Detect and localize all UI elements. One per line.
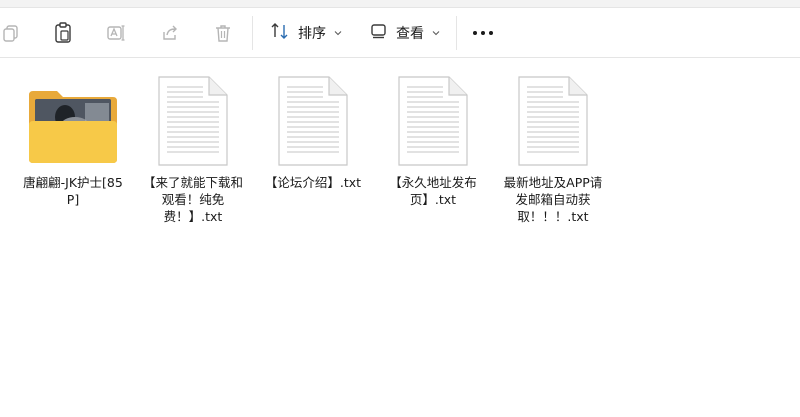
text-document-icon (397, 75, 469, 167)
text-document-icon (277, 75, 349, 167)
file-thumbnail (138, 69, 248, 167)
chevron-down-icon (334, 30, 342, 36)
share-button[interactable] (155, 18, 185, 48)
file-name: 唐翩翩-JK护士[85P] (23, 175, 123, 207)
folder-item[interactable]: 唐翩翩-JK护士[85P] (18, 69, 128, 208)
file-name: 最新地址及APP请发邮箱自动获取！！！.txt (503, 175, 603, 224)
toolbar-divider (252, 16, 253, 50)
more-options-button[interactable] (466, 18, 500, 48)
file-name: 【论坛介绍】.txt (264, 175, 362, 190)
file-thumbnail (258, 69, 368, 167)
file-name: 【来了就能下载和观看！纯免费！】.txt (142, 175, 243, 224)
rename-icon (106, 23, 126, 43)
sort-label: 排序 (298, 26, 326, 42)
file-item[interactable]: 【论坛介绍】.txt (258, 69, 368, 191)
folder-icon (29, 91, 117, 163)
clipboard-icon (53, 22, 73, 44)
file-list: 唐翩翩-JK护士[85P] 【来了就能下载和观看！纯免费！】.txt 【论坛介绍… (0, 59, 800, 417)
command-bar: 排序 查看 (0, 8, 800, 58)
paste-button[interactable] (48, 18, 78, 48)
folder-thumbnail (18, 69, 128, 167)
copy-icon (1, 23, 21, 43)
sort-button[interactable]: 排序 (270, 18, 342, 48)
share-icon (160, 23, 180, 43)
view-icon (370, 23, 388, 43)
delete-button[interactable] (208, 18, 238, 48)
toolbar-divider (456, 16, 457, 50)
text-document-icon (157, 75, 229, 167)
window-top-strip (0, 0, 800, 8)
rename-button[interactable] (101, 18, 131, 48)
view-label: 查看 (396, 26, 424, 42)
chevron-down-icon (432, 30, 440, 36)
file-thumbnail (378, 69, 488, 167)
file-item[interactable]: 【来了就能下载和观看！纯免费！】.txt (138, 69, 248, 225)
file-item[interactable]: 【永久地址发布页】.txt (378, 69, 488, 208)
file-thumbnail (498, 69, 608, 167)
trash-icon (214, 23, 232, 43)
more-icon (473, 31, 477, 35)
file-name: 【永久地址发布页】.txt (389, 175, 477, 207)
sort-icon (270, 22, 290, 44)
more-icon-dot (481, 31, 485, 35)
text-document-icon (517, 75, 589, 167)
file-item[interactable]: 最新地址及APP请发邮箱自动获取！！！.txt (498, 69, 608, 225)
view-button[interactable]: 查看 (370, 18, 440, 48)
copy-button[interactable] (0, 18, 26, 48)
more-icon-dot (489, 31, 493, 35)
